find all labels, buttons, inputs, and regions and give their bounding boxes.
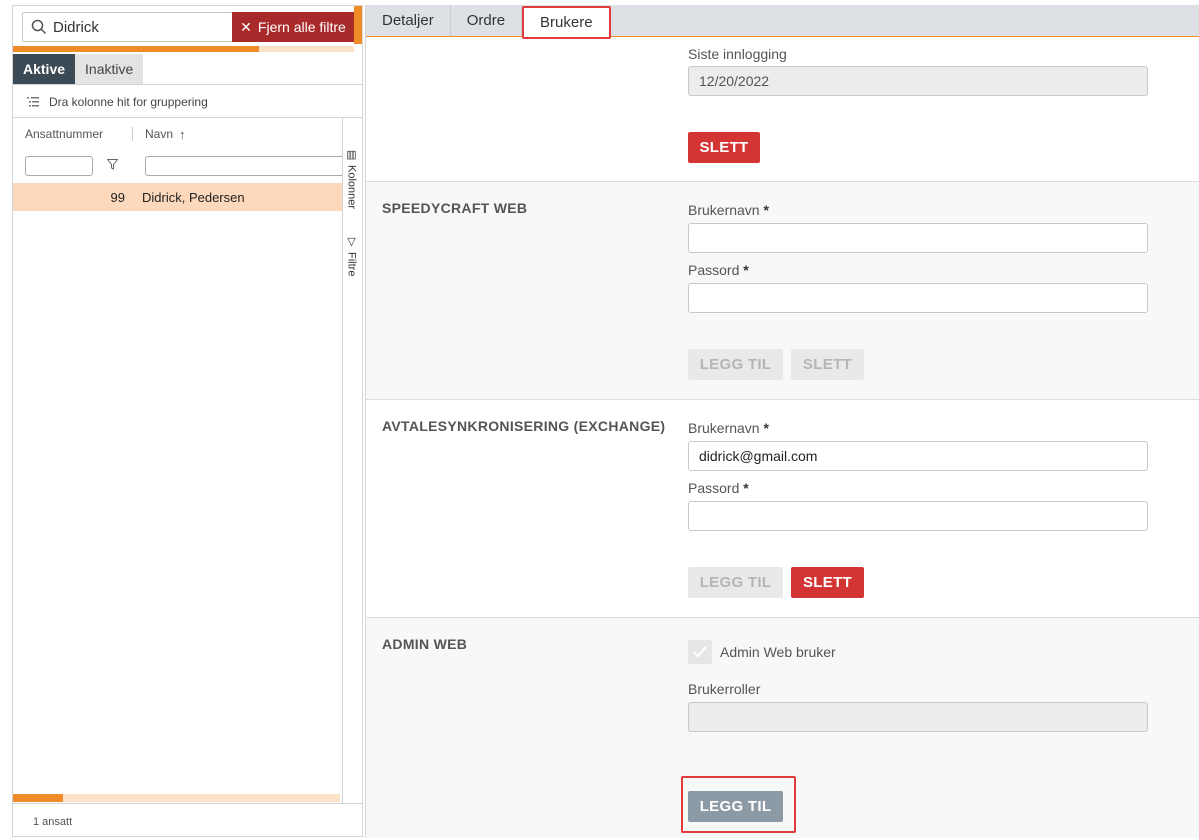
- tab-ordre[interactable]: Ordre: [451, 5, 523, 36]
- cell-ansattnummer: 99: [110, 189, 125, 205]
- filters-label: Filtre: [345, 252, 358, 277]
- columns-panel-toggle[interactable]: ▥ Kolonner: [345, 148, 358, 209]
- section-title: SPEEDYCRAFT WEB: [382, 200, 528, 216]
- section-login: Siste innlogging 12/20/2022 SLETT: [366, 38, 1199, 182]
- horizontal-scrollbar[interactable]: [13, 794, 340, 802]
- username-label: Brukernavn *: [688, 420, 769, 436]
- column-header-ansattnummer[interactable]: Ansattnummer: [13, 127, 133, 141]
- grid-header: Ansattnummer Navn ↑: [13, 118, 342, 150]
- column-header-navn[interactable]: Navn ↑: [133, 127, 186, 142]
- tab-aktive[interactable]: Aktive: [13, 54, 76, 84]
- accent-strip: [354, 6, 362, 44]
- columns-icon: ▥: [345, 148, 357, 161]
- cell-navn: Didrick, Pedersen: [142, 189, 245, 205]
- delete-button[interactable]: SLETT: [688, 132, 760, 163]
- table-row[interactable]: 99 Didrick, Pedersen: [13, 183, 342, 211]
- password-input[interactable]: [688, 501, 1148, 531]
- add-button[interactable]: LEGG TIL: [688, 349, 783, 380]
- section-title: ADMIN WEB: [382, 636, 468, 652]
- detail-tabs: Detaljer Ordre Brukere: [366, 5, 1199, 39]
- column-header-navn-label: Navn: [145, 127, 174, 141]
- loading-bar: [13, 46, 354, 52]
- detail-panel: Detaljer Ordre Brukere Siste innlogging …: [365, 5, 1199, 838]
- group-list-icon: [27, 96, 39, 106]
- sort-ascending-icon: ↑: [179, 126, 186, 142]
- employee-count: 1 ansatt: [13, 803, 362, 836]
- tab-detaljer[interactable]: Detaljer: [366, 5, 451, 36]
- clear-filters-label: Fjern alle filtre: [257, 19, 346, 35]
- clear-filters-button[interactable]: ✕ Fjern alle filtre: [232, 12, 354, 42]
- last-login-field: 12/20/2022: [688, 66, 1148, 96]
- section-title: AVTALESYNKRONISERING (EXCHANGE): [382, 418, 666, 434]
- search-box[interactable]: [22, 12, 233, 42]
- group-drop-zone[interactable]: Dra kolonne hit for gruppering: [13, 86, 362, 118]
- columns-label: Kolonner: [345, 165, 358, 210]
- password-label: Passord *: [688, 480, 749, 496]
- search-icon: [31, 19, 47, 35]
- tab-inaktive[interactable]: Inaktive: [75, 54, 144, 84]
- section-speedycraft-web: SPEEDYCRAFT WEB Brukernavn * Passord * L…: [366, 182, 1199, 400]
- group-hint-text: Dra kolonne hit for gruppering: [49, 94, 208, 109]
- status-tabs: Aktive Inaktive: [13, 54, 362, 85]
- employee-list-panel: ✕ Fjern alle filtre Aktive Inaktive Dra …: [12, 5, 363, 837]
- funnel-icon: ▽: [345, 235, 357, 248]
- highlight-box: [681, 776, 796, 833]
- add-button[interactable]: LEGG TIL: [688, 567, 783, 598]
- last-login-label: Siste innlogging: [688, 46, 787, 62]
- roles-label: Brukerroller: [688, 681, 761, 697]
- roles-field[interactable]: [688, 702, 1148, 732]
- search-input[interactable]: [53, 17, 228, 37]
- filter-icon[interactable]: [107, 159, 118, 170]
- filter-input-ansattnummer[interactable]: [25, 156, 93, 176]
- username-input[interactable]: [688, 223, 1148, 253]
- close-icon: ✕: [240, 18, 252, 35]
- section-admin-web: ADMIN WEB Admin Web bruker Brukerroller …: [366, 618, 1199, 838]
- filter-input-navn[interactable]: [145, 156, 345, 176]
- username-label: Brukernavn *: [688, 202, 769, 218]
- password-label: Passord *: [688, 262, 749, 278]
- password-input[interactable]: [688, 283, 1148, 313]
- tool-panel-bar: ▥ Kolonner ▽ Filtre: [342, 118, 362, 803]
- admin-web-checkbox[interactable]: [688, 640, 712, 664]
- delete-button[interactable]: SLETT: [791, 567, 864, 598]
- delete-button[interactable]: SLETT: [791, 349, 864, 380]
- admin-web-checkbox-label: Admin Web bruker: [720, 644, 836, 660]
- filters-panel-toggle[interactable]: ▽ Filtre: [345, 235, 358, 276]
- tab-brukere[interactable]: Brukere: [522, 6, 611, 39]
- filter-row: [13, 150, 345, 182]
- username-input[interactable]: didrick@gmail.com: [688, 441, 1148, 471]
- checkmark-icon: [693, 646, 707, 658]
- section-exchange: AVTALESYNKRONISERING (EXCHANGE) Brukerna…: [366, 400, 1199, 618]
